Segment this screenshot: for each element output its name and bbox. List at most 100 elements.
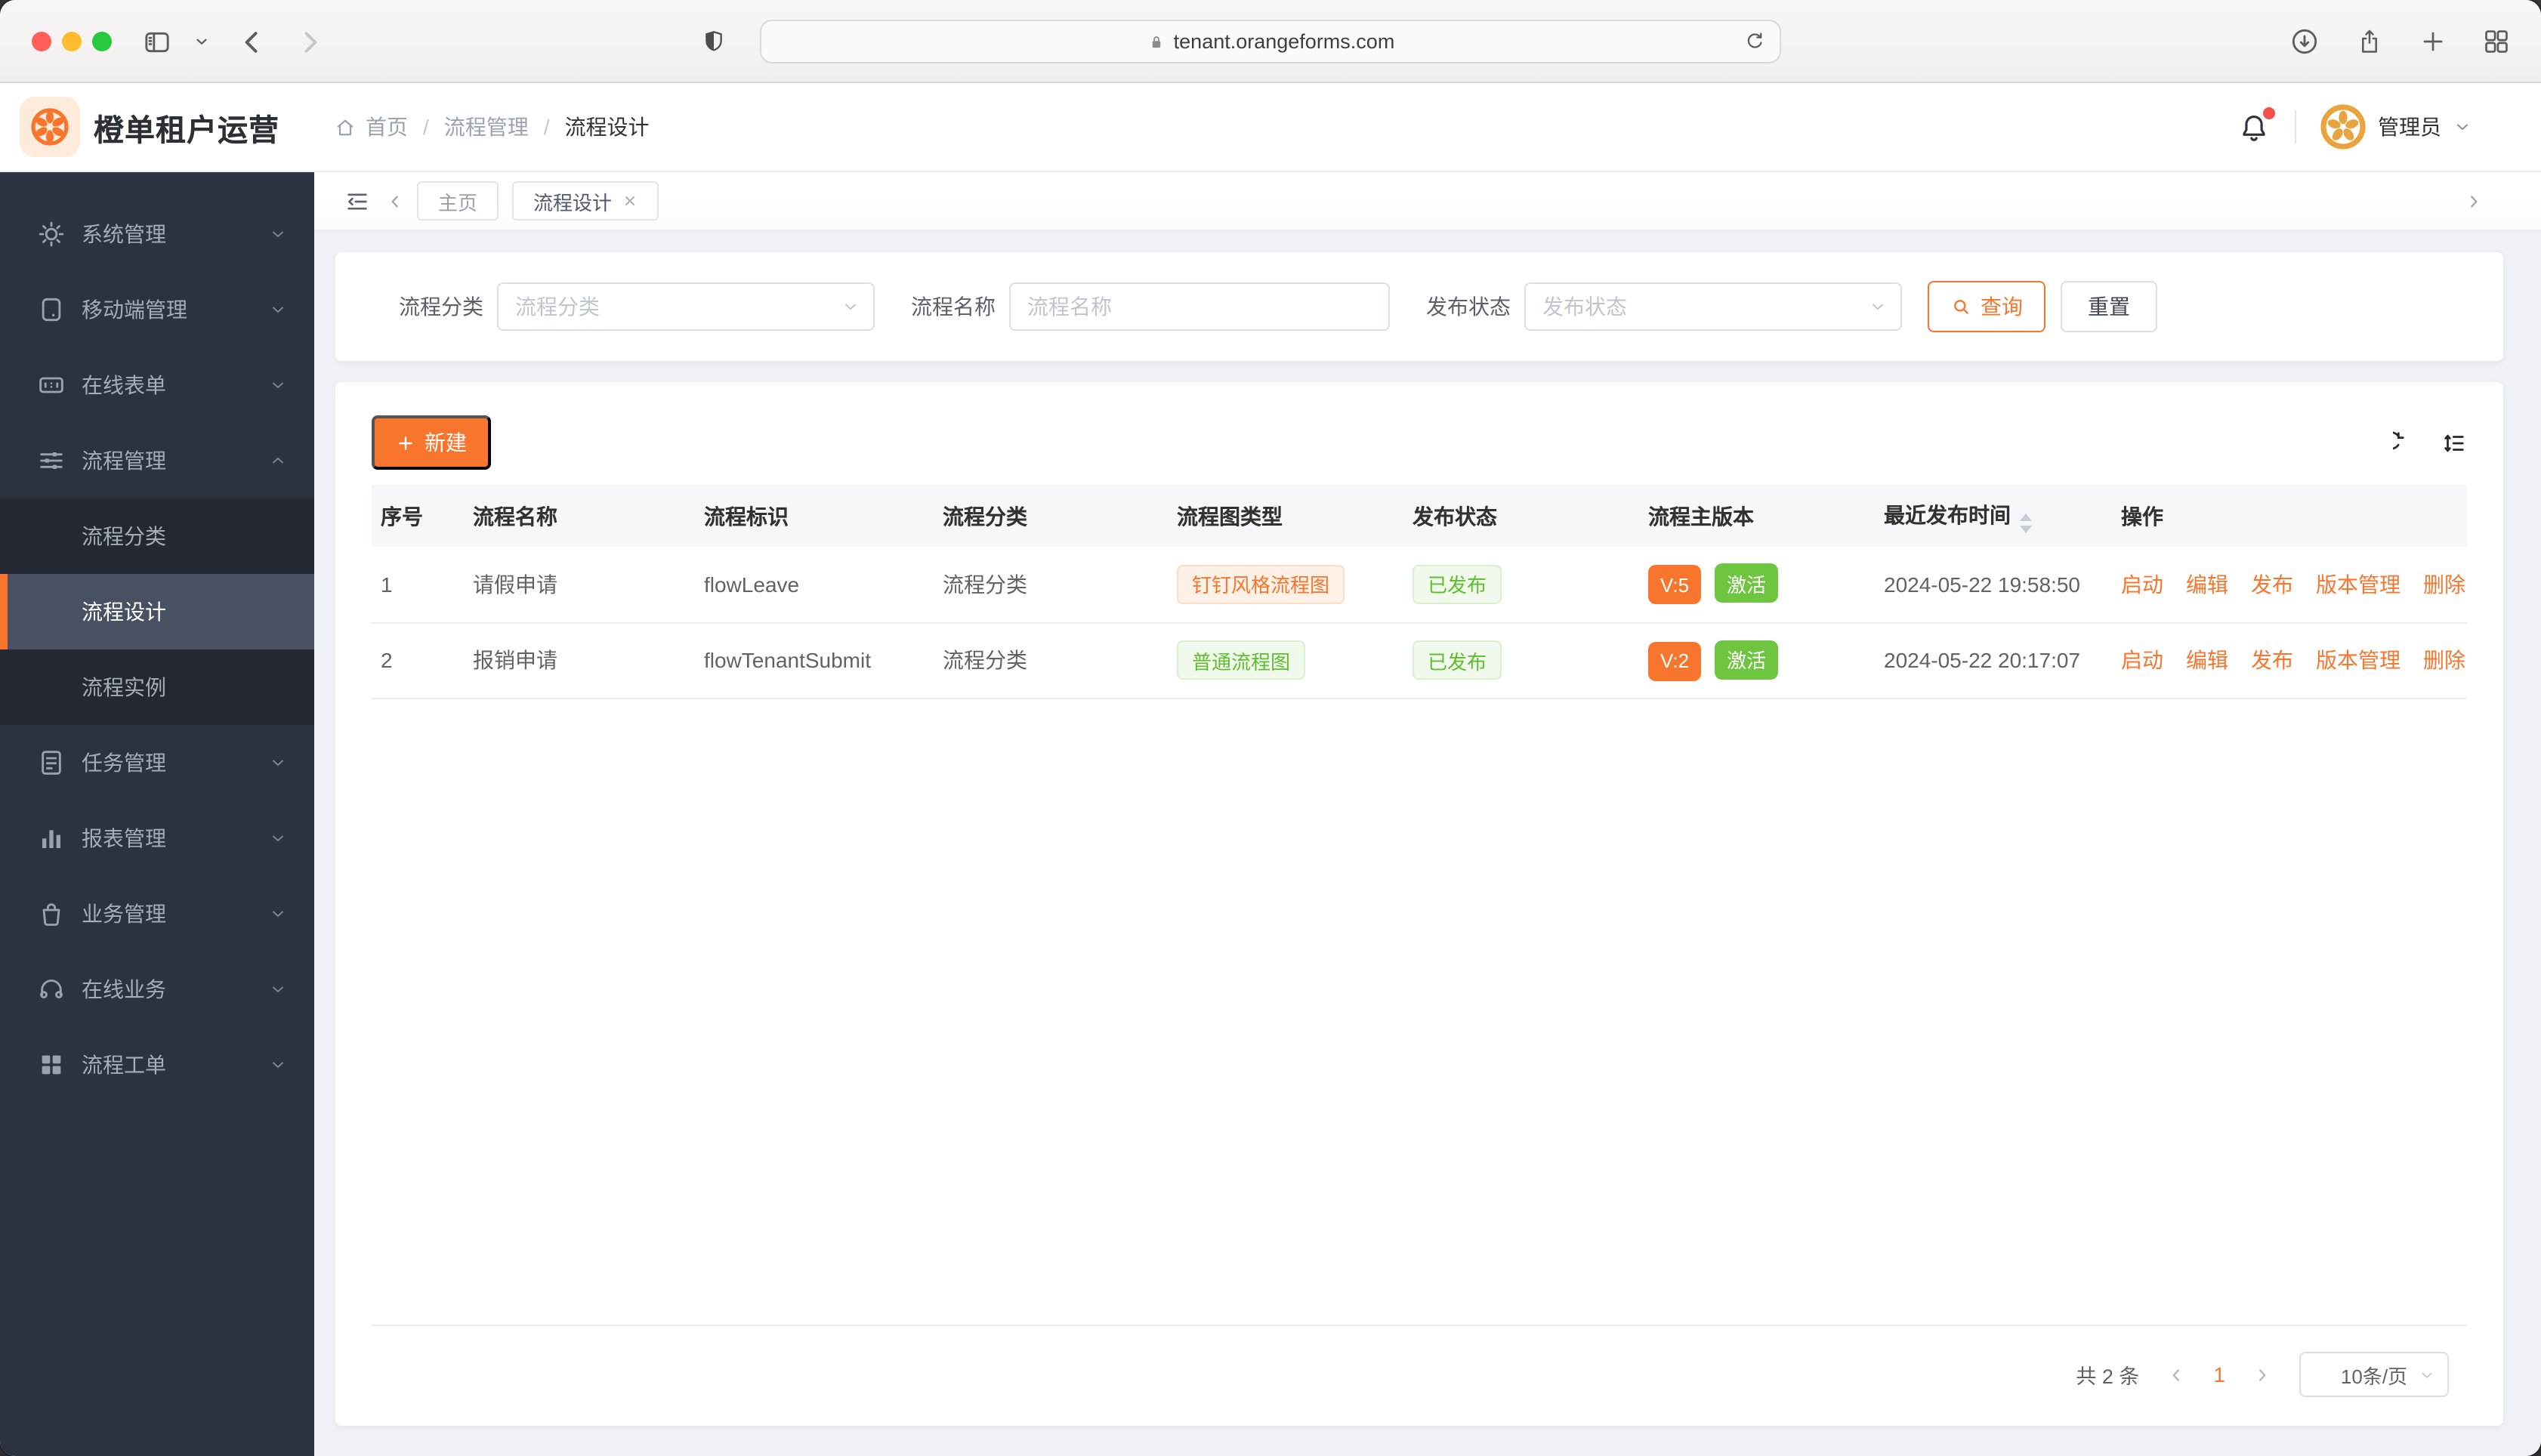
reset-button[interactable]: 重置 — [2061, 281, 2157, 332]
chevron-down-icon — [269, 754, 287, 772]
action-delete[interactable]: 删除 — [2423, 572, 2465, 597]
publish-status-tag: 已发布 — [1413, 564, 1502, 604]
page-size-select[interactable]: 10条/页 — [2299, 1352, 2449, 1397]
action-edit[interactable]: 编辑 — [2186, 572, 2228, 597]
query-button[interactable]: 查询 — [1928, 281, 2045, 332]
action-version-manage[interactable]: 版本管理 — [2316, 648, 2401, 672]
safari-sidebar-toggle[interactable] — [142, 0, 172, 83]
publish-status-select[interactable]: 发布状态 — [1524, 282, 1902, 331]
forward-button[interactable] — [293, 0, 326, 83]
document-icon — [36, 748, 66, 778]
chevron-down-icon — [269, 225, 287, 243]
sidebar-item-mobile[interactable]: 移动端管理 — [0, 272, 314, 347]
table-panel: 新建 序号 流程名称 流程标识 流程分类 流程图类型 发布状态 流程主版本 最近… — [335, 382, 2503, 1426]
col-name: 流程名称 — [473, 504, 557, 528]
share-icon[interactable] — [2355, 26, 2384, 57]
sidebar-item-online-form[interactable]: 在线表单 — [0, 347, 314, 423]
back-button[interactable] — [236, 0, 269, 83]
create-button[interactable]: 新建 — [372, 415, 491, 470]
action-version-manage[interactable]: 版本管理 — [2316, 572, 2401, 597]
close-window-button[interactable] — [32, 32, 51, 51]
total-count: 共 2 条 — [2076, 1365, 2140, 1388]
user-menu[interactable]: 管理员 — [2320, 104, 2472, 150]
orange-slice-icon — [31, 108, 69, 146]
cell-name: 报销申请 — [464, 622, 695, 699]
collapse-menu-icon[interactable] — [344, 188, 370, 214]
process-name-input[interactable] — [1009, 282, 1390, 331]
cell-name: 请假申请 — [464, 547, 695, 623]
sidebar-item-business[interactable]: 业务管理 — [0, 876, 314, 952]
page-number[interactable]: 1 — [2213, 1362, 2225, 1387]
chevron-down-icon — [1869, 298, 1887, 316]
new-tab-icon[interactable] — [2419, 27, 2447, 56]
bar-chart-icon — [36, 823, 66, 853]
chevron-down-icon — [2453, 118, 2472, 136]
action-publish[interactable]: 发布 — [2251, 572, 2293, 597]
privacy-shield-button[interactable] — [701, 0, 727, 83]
zoom-window-button[interactable] — [92, 32, 112, 51]
notification-badge — [2263, 106, 2275, 119]
home-icon — [334, 116, 357, 138]
tab-bar: 主页 流程设计 — [314, 172, 2541, 231]
address-bar[interactable]: tenant.orangeforms.com — [760, 20, 1781, 63]
notification-button[interactable] — [2237, 106, 2275, 144]
sidebar-item-workflow-design[interactable]: 流程设计 — [0, 574, 314, 649]
action-delete[interactable]: 删除 — [2423, 648, 2465, 672]
plus-icon — [396, 433, 415, 452]
sidebar-item-task[interactable]: 任务管理 — [0, 725, 314, 800]
action-edit[interactable]: 编辑 — [2186, 648, 2228, 672]
diagram-type-tag: 普通流程图 — [1177, 640, 1306, 680]
sort-caret-icon[interactable] — [2020, 513, 2032, 532]
sidebar: 系统管理 移动端管理 在线表单 流程管理 流程分类 流程设计 流程实例 任务管理… — [0, 172, 314, 1456]
data-table: 序号 流程名称 流程标识 流程分类 流程图类型 发布状态 流程主版本 最近发布时… — [372, 485, 2467, 1326]
row-density-icon[interactable] — [2441, 430, 2467, 455]
refresh-icon[interactable] — [2393, 430, 2419, 455]
category-select[interactable]: 流程分类 — [497, 282, 875, 331]
col-key: 流程标识 — [704, 504, 789, 528]
version-badge: V:2 — [1648, 641, 1702, 680]
gear-icon — [36, 219, 66, 249]
tabs-scroll-left-icon[interactable] — [385, 191, 405, 211]
sliders-icon — [36, 446, 66, 476]
close-tab-icon[interactable] — [622, 193, 638, 208]
window-controls — [32, 32, 112, 51]
page-content: 流程分类 流程分类 流程名称 发布状态 发布状态 — [314, 231, 2541, 1456]
browser-toolbar: tenant.orangeforms.com — [0, 0, 2541, 83]
sidebar-item-system[interactable]: 系统管理 — [0, 196, 314, 272]
tab-overview-icon[interactable] — [2482, 27, 2511, 56]
minimize-window-button[interactable] — [62, 32, 82, 51]
sidebar-dropdown-chevron[interactable] — [193, 0, 210, 83]
action-publish[interactable]: 发布 — [2251, 648, 2293, 672]
filter-bar: 流程分类 流程分类 流程名称 发布状态 发布状态 — [335, 252, 2503, 361]
chevron-left-icon — [236, 25, 269, 58]
action-start[interactable]: 启动 — [2121, 648, 2163, 672]
chevron-down-icon — [269, 829, 287, 847]
app-title: 橙单租户运营 — [94, 114, 279, 147]
sidebar-item-workflow-category[interactable]: 流程分类 — [0, 498, 314, 574]
sidebar-item-online-biz[interactable]: 在线业务 — [0, 952, 314, 1027]
cell-index: 1 — [372, 547, 464, 623]
sidebar-item-workorder[interactable]: 流程工单 — [0, 1027, 314, 1103]
table-row: 2 报销申请 flowTenantSubmit 流程分类 普通流程图 已发布 V… — [372, 622, 2467, 699]
tab-workflow-design[interactable]: 流程设计 — [512, 181, 659, 221]
cell-index: 2 — [372, 622, 464, 699]
publish-status-tag: 已发布 — [1413, 640, 1502, 680]
sidebar-item-workflow[interactable]: 流程管理 — [0, 423, 314, 498]
sidebar-item-report[interactable]: 报表管理 — [0, 800, 314, 876]
col-publish-time[interactable]: 最近发布时间 — [1875, 485, 2112, 547]
prev-page-icon[interactable] — [2166, 1365, 2186, 1384]
breadcrumb-home[interactable]: 首页 — [334, 112, 408, 142]
downloads-icon[interactable] — [2289, 26, 2320, 57]
col-main-version: 流程主版本 — [1648, 504, 1754, 528]
breadcrumb-section[interactable]: 流程管理 — [444, 112, 529, 142]
chevron-down-icon — [193, 33, 210, 50]
action-start[interactable]: 启动 — [2121, 572, 2163, 597]
next-page-icon[interactable] — [2252, 1365, 2272, 1384]
tabs-scroll-right-icon[interactable] — [2464, 191, 2484, 211]
sidebar-item-workflow-instance[interactable]: 流程实例 — [0, 649, 314, 725]
version-badge: V:5 — [1648, 565, 1702, 605]
reload-icon[interactable] — [1743, 29, 1766, 53]
tab-home[interactable]: 主页 — [417, 181, 499, 221]
chevron-down-icon — [269, 980, 287, 998]
grid-icon — [36, 1050, 66, 1080]
